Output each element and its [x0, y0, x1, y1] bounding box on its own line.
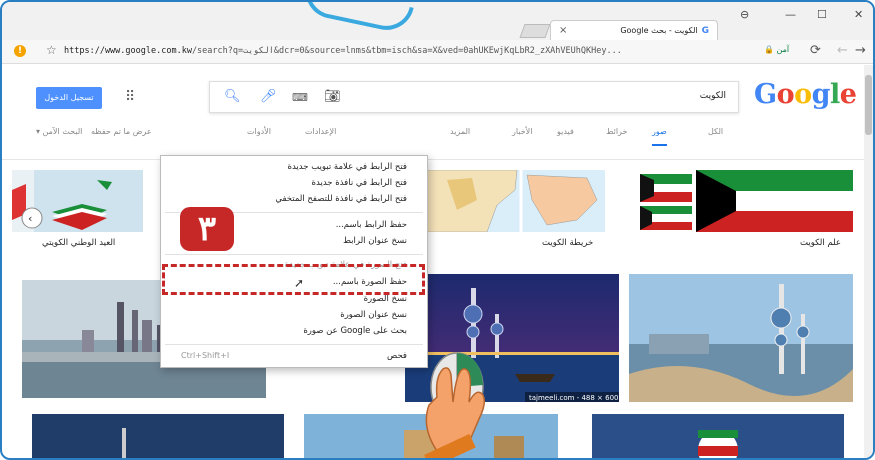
tab-settings[interactable]: الإعدادات [305, 127, 336, 136]
address-bar: ! ☆ https://www.google.com.kw/search?q=ا… [2, 40, 873, 64]
result-image-national-day[interactable]: ‹ [12, 170, 143, 232]
kuwait-map-image [427, 170, 605, 232]
signin-button[interactable]: تسجيل الدخول [36, 87, 102, 109]
browser-tab[interactable]: × الكويت - بحث Google G [550, 20, 718, 40]
logo-letter: e [839, 79, 857, 110]
svg-text:‹: ‹ [28, 212, 32, 225]
search-box[interactable]: 🔍︎ 🎤︎ ⌨ 📷︎ الكويت [209, 81, 739, 113]
national-day-image: ‹ [12, 170, 143, 232]
tab-maps[interactable]: خرائط [606, 127, 627, 136]
menu-inspect[interactable]: فحص [387, 351, 407, 361]
menu-copy-image[interactable]: نسخ الصورة [364, 294, 407, 304]
menu-copy-image-address[interactable]: نسخ عنوان الصورة [340, 310, 407, 320]
forward-arrow-icon[interactable]: ← [837, 43, 848, 58]
reload-icon[interactable]: ⟳ [810, 43, 821, 58]
secure-label[interactable]: آمن 🔒 [764, 45, 789, 54]
google-favicon-icon: G [701, 25, 709, 36]
tab-close-icon[interactable]: × [559, 25, 567, 36]
tab-all[interactable]: الكل [708, 127, 723, 136]
result-image-map[interactable] [427, 170, 605, 232]
profile-icon[interactable]: ⊖ [740, 8, 749, 21]
result-image-row3-3[interactable] [592, 414, 844, 458]
kuwait-flag-image [636, 170, 853, 232]
inspect-shortcut: Ctrl+Shift+I [181, 351, 230, 360]
menu-open-link-new-tab[interactable]: فتح الرابط في علامة تبويب جديدة [288, 162, 408, 172]
logo-letter: o [794, 79, 812, 110]
maximize-button[interactable]: ☐ [817, 8, 827, 21]
step-badge: ٣ [180, 207, 234, 251]
camera-icon[interactable]: 📷︎ [324, 89, 341, 104]
browser-window: × الكويت - بحث Google G ⊖ — ☐ ✕ ! ☆ http… [0, 0, 875, 460]
title-bar: × الكويت - بحث Google G ⊖ — ☐ ✕ [2, 2, 873, 40]
result-image-flag[interactable] [636, 170, 853, 232]
tab-title: الكويت - بحث Google [620, 26, 698, 35]
tab-tools[interactable]: الأدوات [247, 127, 271, 136]
result-image-towers-day[interactable] [629, 274, 853, 402]
url-path: /search?q=الكويت&dcr=0&source=lnms&tbm=i… [191, 46, 622, 56]
decorative-curve [300, 2, 414, 36]
logo-letter: G [754, 79, 777, 110]
tab-more[interactable]: المزيد [450, 127, 470, 136]
result-image-row3-1[interactable] [32, 414, 284, 458]
url-field[interactable]: https://www.google.com.kw/search?q=الكوي… [64, 46, 764, 56]
caption-national-day[interactable]: العيد الوطني الكويتي [42, 238, 115, 248]
back-arrow-icon[interactable]: → [855, 43, 866, 58]
search-icon[interactable]: 🔍︎ [224, 89, 241, 104]
scrollbar-thumb[interactable] [865, 75, 872, 135]
minimize-button[interactable]: — [785, 8, 796, 21]
logo-letter: l [829, 79, 840, 110]
apps-grid-icon[interactable]: ⠿ [125, 89, 135, 105]
mouse-cursor-icon: ➚ [294, 276, 305, 290]
hand-mouse-icon [424, 352, 486, 458]
image-watermark: tajmeeli.com - 488 × 600 [529, 394, 619, 402]
menu-separator [165, 344, 423, 345]
tower-photo-image [32, 414, 284, 458]
microphone-icon[interactable]: 🎤︎ [260, 89, 277, 104]
close-window-button[interactable]: ✕ [854, 8, 863, 21]
secure-text: آمن [776, 45, 790, 54]
logo-letter: o [776, 79, 795, 110]
google-logo[interactable]: Google [754, 79, 857, 110]
menu-search-google-image[interactable]: بحث على Google عن صورة [303, 326, 407, 336]
search-input[interactable]: الكويت [700, 91, 726, 101]
caption-map[interactable]: خريطة الكويت [542, 238, 593, 248]
menu-separator [165, 254, 423, 255]
url-domain: https://www.google.com.kw [64, 46, 192, 56]
bookmark-star-icon[interactable]: ☆ [46, 43, 57, 57]
vertical-scrollbar[interactable] [864, 65, 873, 458]
logo-letter: g [811, 79, 831, 110]
context-menu: فتح الرابط في علامة تبويب جديدة فتح الرا… [160, 155, 428, 368]
caption-flag[interactable]: علم الكويت [800, 238, 841, 248]
menu-save-link-as[interactable]: حفظ الرابط باسم... [336, 220, 407, 230]
google-header: تسجيل الدخول ⠿ 🔍︎ 🎤︎ ⌨ 📷︎ الكويت Google … [2, 65, 873, 160]
keyboard-icon[interactable]: ⌨ [292, 91, 308, 104]
flag-globe-image [592, 414, 844, 458]
saved-items-link[interactable]: عرض ما تم حفظه [91, 127, 152, 136]
menu-open-link-incognito[interactable]: فتح الرابط في نافذة للتصفح المتخفي [275, 194, 407, 204]
new-tab-button[interactable] [519, 24, 551, 38]
tab-videos[interactable]: فيديو [557, 127, 574, 136]
kuwait-towers-day-image [629, 274, 853, 402]
tab-news[interactable]: الأخبار [512, 127, 532, 136]
warning-icon[interactable]: ! [14, 45, 26, 57]
menu-open-link-new-window[interactable]: فتح الرابط في نافذة جديدة [312, 178, 407, 188]
safe-search-dropdown[interactable]: البحث الآمن ▾ [36, 127, 82, 136]
menu-copy-link-address[interactable]: نسخ عنوان الرابط [343, 236, 407, 246]
tab-images[interactable]: صور [652, 127, 667, 146]
